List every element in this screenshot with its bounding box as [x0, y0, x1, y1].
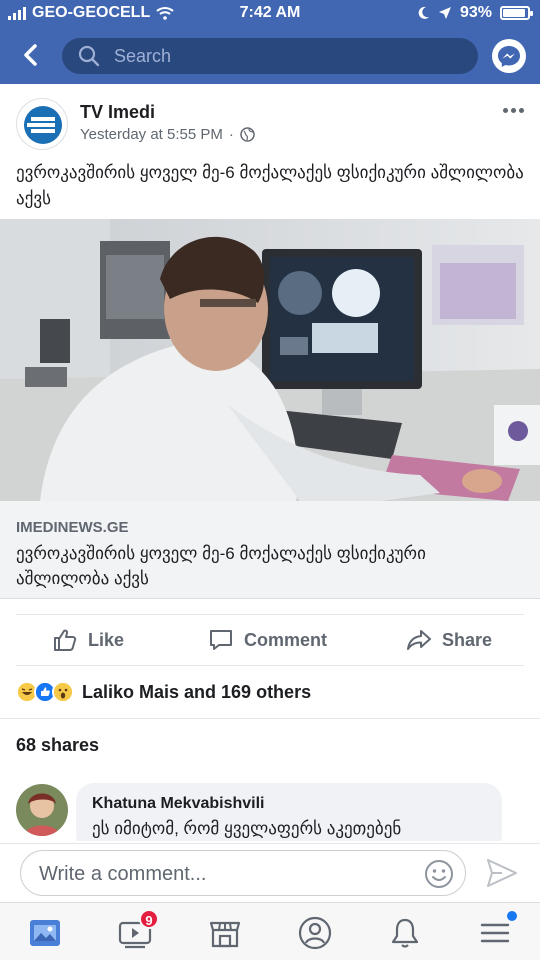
like-button[interactable]: Like	[52, 627, 124, 653]
video-badge: 9	[139, 909, 159, 929]
comment-item: Khatuna Mekvabishvili ეს იმიტომ, რომ ყვე…	[16, 783, 526, 841]
tab-marketplace[interactable]	[207, 915, 243, 951]
meta-separator: ·	[228, 126, 234, 143]
comment-button[interactable]: Comment	[208, 627, 327, 653]
post-header: TV Imedi Yesterday at 5:55 PM ·	[0, 90, 540, 160]
moon-icon	[418, 6, 429, 19]
post-text: ევროკავშირის ყოველ მე-6 მოქალაქეს ფსიქიკ…	[16, 163, 524, 208]
location-arrow-icon	[438, 7, 451, 19]
post-photo-image	[0, 219, 540, 501]
status-bar: GEO-GEOCELL 7:42 AM 93%	[0, 0, 540, 28]
comment-bubble[interactable]: Khatuna Mekvabishvili ეს იმიტომ, რომ ყვე…	[76, 783, 502, 841]
search-placeholder: Search	[114, 46, 172, 66]
battery-icon	[500, 6, 533, 20]
more-options-button[interactable]	[503, 108, 524, 113]
comment-placeholder: Write a comment...	[39, 863, 207, 885]
profile-icon	[298, 916, 332, 950]
post-meta: Yesterday at 5:55 PM ·	[80, 126, 255, 143]
comment-text: ეს იმიტომ, რომ ყველაფერს აკეთებენ	[92, 819, 402, 838]
news-feed-icon	[30, 920, 60, 946]
tab-bar: 9	[0, 902, 540, 960]
link-title: ევროკავშირის ყოველ მე-6 მოქალაქეს ფსიქიკ…	[16, 544, 426, 588]
tab-news-feed[interactable]	[27, 915, 63, 951]
imedi-logo-icon	[24, 106, 62, 144]
send-icon[interactable]	[486, 858, 518, 888]
battery-percent: 93%	[459, 4, 492, 21]
post-photo[interactable]	[0, 219, 540, 501]
search-icon	[78, 45, 100, 67]
messenger-icon	[498, 46, 520, 67]
like-label: Like	[88, 629, 125, 650]
link-domain: IMEDINEWS.GE	[16, 519, 129, 536]
commenter-name[interactable]: Khatuna Mekvabishvili	[92, 795, 265, 813]
bell-icon	[391, 918, 419, 948]
hamburger-menu-icon	[480, 923, 510, 943]
share-icon	[407, 630, 431, 650]
reactions-text: Laliko Mais and 169 others	[82, 681, 312, 702]
post-timestamp[interactable]: Yesterday at 5:55 PM	[80, 126, 223, 143]
divider	[0, 718, 540, 719]
nav-bar: Search	[0, 30, 540, 82]
thumbs-up-icon	[54, 629, 77, 651]
tab-menu[interactable]	[477, 911, 517, 951]
globe-icon	[240, 127, 255, 142]
link-preview[interactable]: IMEDINEWS.GE ევროკავშირის ყოველ მე-6 მოქ…	[0, 501, 540, 599]
post-author[interactable]: TV Imedi	[80, 102, 155, 123]
post-actions: Like Comment Share	[16, 614, 524, 666]
commenter-avatar-image	[16, 784, 68, 836]
comment-icon	[210, 630, 232, 650]
reactions-summary[interactable]: Laliko Mais and 169 others	[16, 678, 311, 706]
page-avatar[interactable]	[16, 98, 68, 150]
comment-label: Comment	[244, 629, 328, 650]
top-bar: GEO-GEOCELL 7:42 AM 93% Search	[0, 0, 540, 84]
tab-profile[interactable]	[297, 915, 333, 951]
commenter-avatar[interactable]	[16, 784, 68, 836]
wow-reaction-icon	[52, 681, 74, 703]
menu-notification-dot	[507, 911, 517, 921]
marketplace-icon	[209, 921, 241, 948]
battery-fill	[503, 9, 525, 17]
back-arrow-icon[interactable]	[16, 40, 46, 70]
shares-count[interactable]: 68 shares	[16, 735, 99, 756]
share-label: Share	[442, 629, 493, 650]
messenger-button[interactable]	[492, 39, 526, 73]
search-input[interactable]: Search	[62, 38, 478, 74]
comment-input[interactable]: Write a comment...	[20, 850, 466, 896]
comment-composer: Write a comment...	[0, 843, 540, 901]
tab-notifications[interactable]	[387, 915, 423, 951]
emoji-icon[interactable]	[423, 858, 455, 890]
share-button[interactable]: Share	[406, 627, 492, 653]
tab-watch[interactable]: 9	[117, 909, 159, 951]
